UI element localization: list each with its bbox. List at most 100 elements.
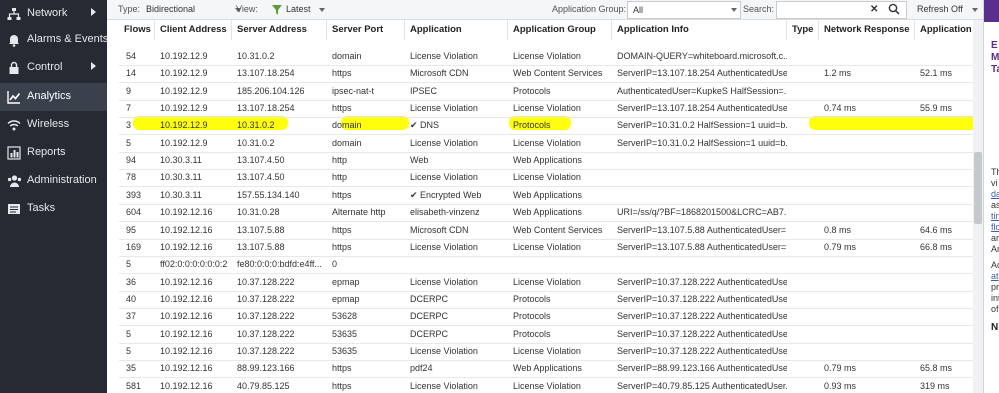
cell-flows: 5 <box>126 137 132 148</box>
cell-server-port: https <box>332 241 352 252</box>
table-row[interactable]: 7 10.192.12.9 13.107.18.254 https License Vi… <box>119 101 983 119</box>
cell-server-port: domain <box>332 120 362 131</box>
table-row[interactable]: 94 10.30.3.11 13.107.4.50 http Web Web Applic… <box>119 153 983 171</box>
cell-flows: 604 <box>126 207 142 218</box>
sidebar-item-label: Control <box>27 61 63 73</box>
tasks-icon <box>6 201 22 217</box>
table-row[interactable]: 604 10.192.12.16 10.31.0.28 Alternate http e… <box>119 205 983 223</box>
search-input[interactable]: ✕ <box>776 1 907 19</box>
table-row[interactable]: 5 10.192.12.9 10.31.0.2 domain License Viola… <box>119 136 983 153</box>
table-row[interactable]: 5 10.192.12.16 10.37.128.222 53635 DCERPC Pro… <box>119 327 983 344</box>
panel-text-line: vi <box>991 178 998 188</box>
cell-server-address: 88.99.123.166 <box>237 363 295 374</box>
panel-text-line: as <box>991 200 999 210</box>
sidebar-item-tasks[interactable]: Tasks <box>0 195 107 223</box>
sidebar-item-network[interactable]: Network <box>0 0 107 28</box>
cell-application-info: DOMAIN-QUERY=whiteboard.microsoft.c... <box>617 51 787 61</box>
cell-server-port: http <box>332 155 348 166</box>
sidebar-item-label: Reports <box>27 146 66 158</box>
sidebar-item-administration[interactable]: Administration <box>0 167 107 195</box>
column-header-server-address[interactable]: Server Address <box>232 20 327 40</box>
cell-flows: 37 <box>126 311 137 322</box>
cell-application-group: Protocols <box>513 120 551 131</box>
cell-server-port: ipsec-nat-t <box>332 85 375 96</box>
cell-client-address: 10.192.12.9 <box>160 51 208 61</box>
bar-chart-icon <box>6 145 22 161</box>
column-header-type[interactable]: Type <box>787 20 819 40</box>
refresh-dropdown[interactable]: Refresh Off <box>909 1 983 19</box>
view-dropdown[interactable]: Latest <box>283 1 331 19</box>
cell-client-address: 10.192.12.16 <box>160 293 213 304</box>
table-row[interactable]: 169 10.192.12.16 13.107.5.88 https License V… <box>119 240 983 257</box>
cell-server-port: epmap <box>332 293 360 304</box>
cell-application: DCERPC <box>410 311 449 322</box>
column-header-network-response[interactable]: Network Response <box>819 20 915 40</box>
network-icon <box>6 6 22 22</box>
column-header-application-group[interactable]: Application Group <box>508 20 612 40</box>
table-row[interactable]: 9 10.192.12.9 185.206.104.126 ipsec-nat-t IP… <box>119 84 983 101</box>
column-header-server-port[interactable]: Server Port <box>327 20 405 40</box>
cell-server-port: 53628 <box>332 311 358 322</box>
cell-client-address: 10.192.12.16 <box>160 276 213 287</box>
table-row[interactable]: 78 10.30.3.11 13.107.4.50 http License Viola… <box>119 170 983 188</box>
scroll-thumb[interactable] <box>974 152 982 224</box>
clear-icon[interactable]: ✕ <box>870 4 878 15</box>
panel-heading-text: Ta <box>991 64 999 75</box>
app-group-dropdown[interactable]: All <box>627 1 741 19</box>
cell-server-address: 185.206.104.126 <box>237 85 305 96</box>
table-row[interactable]: 14 10.192.12.9 13.107.18.254 https Microsoft… <box>119 66 983 84</box>
vertical-scrollbar[interactable] <box>973 20 983 393</box>
table-row[interactable]: 3 10.192.12.9 10.31.0.2 domain ✔ DNS Protocol… <box>119 118 983 136</box>
cell-client-address: 10.192.12.9 <box>160 120 208 131</box>
chevron-right-icon <box>91 62 96 70</box>
cell-application-group: Web Content Services <box>513 224 603 235</box>
app-group-value: All <box>633 5 644 15</box>
table-row[interactable]: 36 10.192.12.16 10.37.128.222 epmap License … <box>119 275 983 292</box>
cell-server-address: 13.107.5.88 <box>237 241 285 252</box>
cell-server-port: Alternate http <box>332 207 386 218</box>
cell-application: ✔ Encrypted Web <box>410 189 482 200</box>
panel-text-line: ar <box>991 233 999 243</box>
cell-application-group: Web Applications <box>513 155 582 166</box>
panel-text-line: An <box>991 244 999 254</box>
sidebar-item-wireless[interactable]: Wireless <box>0 111 107 139</box>
type-dropdown[interactable]: Bidirectional <box>141 1 243 19</box>
table-row[interactable]: 35 10.192.12.16 88.99.123.166 https pdf24 Web… <box>119 361 983 379</box>
column-header-application[interactable]: Application <box>405 20 508 40</box>
column-header-client-address[interactable]: Client Address <box>155 20 232 40</box>
cell-server-address: 13.107.5.88 <box>237 224 285 235</box>
cell-application: ✔ DNS <box>410 120 440 131</box>
table-row[interactable]: 54 10.192.12.9 10.31.0.2 domain License Viol… <box>119 49 983 66</box>
table-row[interactable]: 5 10.192.12.16 10.37.128.222 53635 License V… <box>119 344 983 361</box>
cell-application: License Violation <box>410 345 478 356</box>
cell-server-port: https <box>332 380 352 391</box>
column-header-application-info[interactable]: Application Info <box>612 20 787 40</box>
cell-server-address: 40.79.85.125 <box>237 380 290 391</box>
table-row[interactable]: 95 10.192.12.16 13.107.5.88 https Microsoft … <box>119 223 983 240</box>
table-row[interactable]: 581 10.192.12.16 40.79.85.125 https License … <box>119 379 983 393</box>
cell-application: License Violation <box>410 172 478 183</box>
cell-application-group: License Violation <box>513 137 581 148</box>
sidebar-item-analytics[interactable]: Analytics <box>0 83 107 111</box>
sidebar-item-label: Alarms & Events <box>27 33 109 45</box>
search-icon[interactable] <box>888 3 900 17</box>
table-row[interactable]: 393 10.30.3.11 157.55.134.140 https ✔ Encryp… <box>119 188 983 205</box>
cell-client-address: 10.192.12.16 <box>160 207 213 218</box>
table-row[interactable]: 37 10.192.12.16 10.37.128.222 53628 DCERPC Pr… <box>119 309 983 327</box>
cell-application-info: ServerIP=10.37.128.222 AuthenticatedUse.… <box>617 276 787 287</box>
cell-client-address: 10.192.12.16 <box>160 311 213 322</box>
table-row[interactable]: 5 ff02:0:0:0:0:0:0:2 fe80:0:0:0:bdfd:e4ff.… <box>119 257 983 275</box>
cell-application-info: ServerIP=10.37.128.222 AuthenticatedUse.… <box>617 328 787 339</box>
sidebar-item-reports[interactable]: Reports <box>0 139 107 167</box>
cell-client-address: 10.192.12.16 <box>160 241 213 252</box>
cell-application: License Violation <box>410 380 478 391</box>
cell-server-port: https <box>332 224 352 235</box>
column-header-flows[interactable]: Flows <box>119 20 155 40</box>
table-row[interactable]: 40 10.192.12.16 10.37.128.222 epmap DCERPC Pr… <box>119 292 983 309</box>
cell-application-info: ServerIP=13.107.5.88 AuthenticatedUser=.… <box>617 241 787 252</box>
sidebar-item-alarms-events[interactable]: Alarms & Events <box>0 26 109 54</box>
panel-text-line: Ac <box>991 260 999 270</box>
cell-application: pdf24 <box>410 363 433 374</box>
sidebar-item-control[interactable]: Control <box>0 54 107 82</box>
cell-client-address: 10.192.12.16 <box>160 380 213 391</box>
